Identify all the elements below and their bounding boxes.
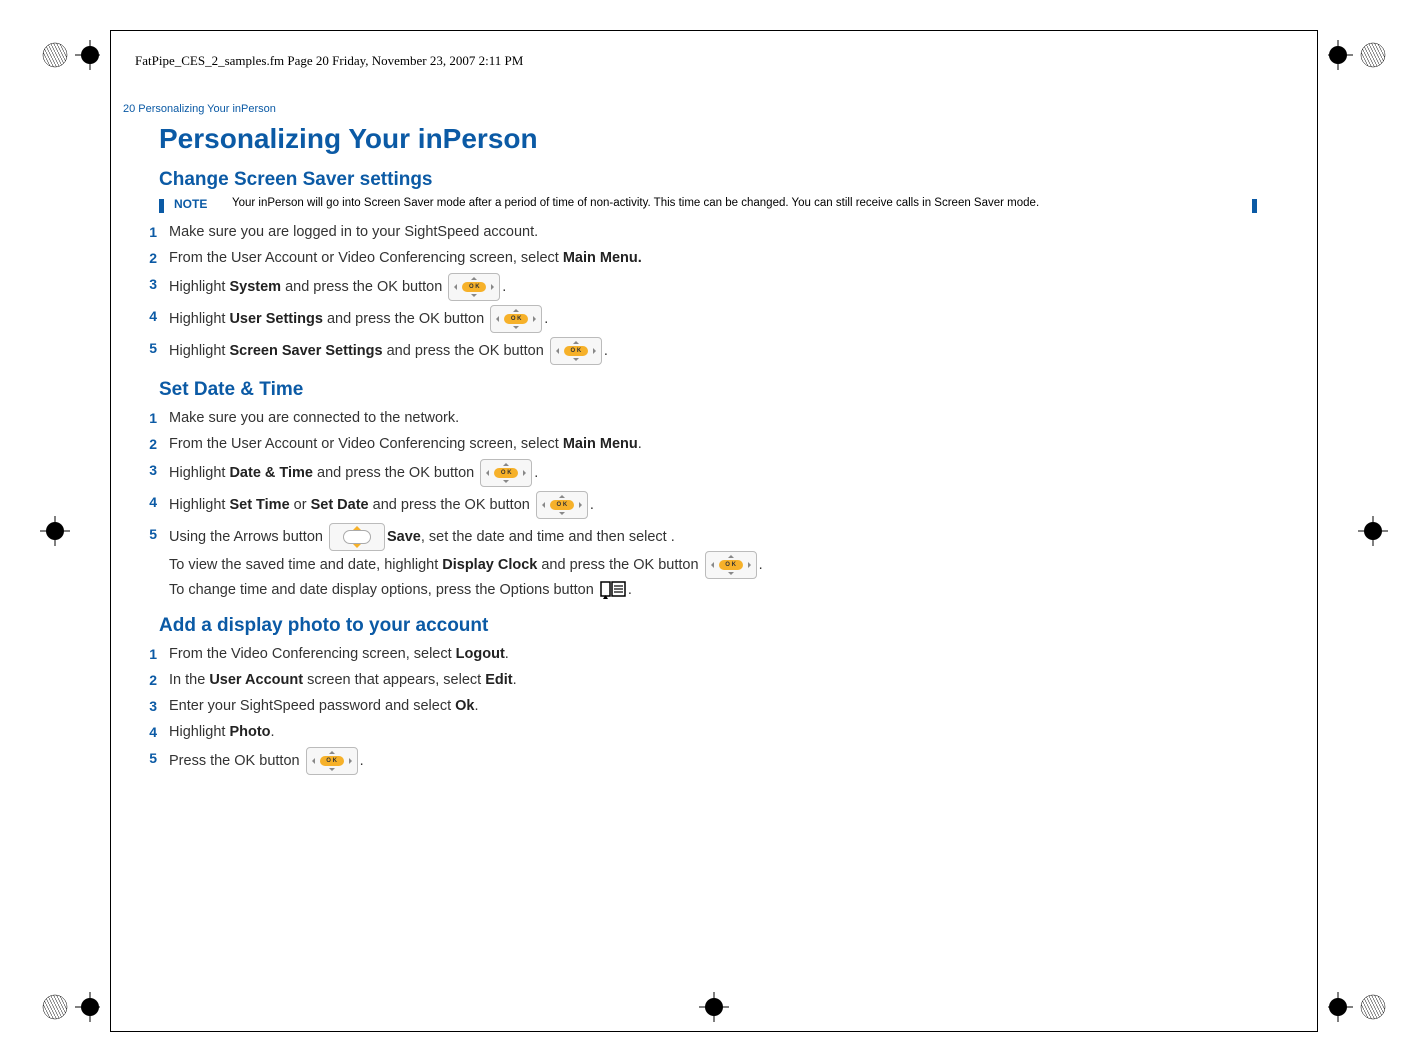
section-heading-screensaver: Change Screen Saver settings (159, 169, 1257, 191)
note-row: NOTE Your inPerson will go into Screen S… (159, 197, 1257, 213)
crop-mark-icon (40, 516, 70, 546)
step-number: 4 (143, 305, 157, 327)
step-text: Highlight Screen Saver Settings and pres… (169, 337, 608, 365)
step-item: 4 Highlight Set Time or Set Date and pres… (143, 491, 1257, 519)
page-frame: FatPipe_CES_2_samples.fm Page 20 Friday,… (110, 30, 1318, 1032)
step-item: 1 Make sure you are connected to the netw… (143, 407, 1257, 429)
section-heading-datetime: Set Date & Time (159, 379, 1257, 401)
step-text: Using the Arrows button Save, set the da… (169, 523, 763, 601)
step-item: 1 Make sure you are logged in to your Sig… (143, 221, 1257, 243)
step-item: 5 Press the OK button O K. (143, 747, 1257, 775)
step-number: 2 (143, 433, 157, 455)
step-text: Press the OK button O K. (169, 747, 364, 775)
step-number: 4 (143, 721, 157, 743)
arrows-button-icon (329, 523, 385, 551)
section-heading-photo: Add a display photo to your account (159, 615, 1257, 637)
ok-button-icon: O K (536, 491, 588, 519)
step-text: From the User Account or Video Conferenc… (169, 247, 642, 269)
page-title: Personalizing Your inPerson (159, 123, 1257, 155)
note-bar-icon (1252, 199, 1257, 213)
crop-mark-icon (1358, 516, 1388, 546)
step-text: Highlight Set Time or Set Date and press… (169, 491, 594, 519)
step-number: 3 (143, 273, 157, 295)
step-text: Enter your SightSpeed password and selec… (169, 695, 479, 717)
steps-photo: 1 From the Video Conferencing screen, sel… (143, 643, 1257, 775)
page-number-header: 20 Personalizing Your inPerson (123, 103, 1257, 115)
crop-mark-icon (40, 40, 100, 70)
step-item: 2 From the User Account or Video Conferen… (143, 247, 1257, 269)
crop-mark-icon (1328, 992, 1388, 1022)
ok-button-icon: O K (490, 305, 542, 333)
step-item: 3 Enter your SightSpeed password and sele… (143, 695, 1257, 717)
running-header: FatPipe_CES_2_samples.fm Page 20 Friday,… (135, 53, 523, 69)
note-label: NOTE (174, 197, 222, 211)
steps-screensaver: 1 Make sure you are logged in to your Sig… (143, 221, 1257, 365)
step-number: 1 (143, 643, 157, 665)
step-number: 5 (143, 337, 157, 359)
step-number: 3 (143, 695, 157, 717)
crop-mark-icon (1328, 40, 1388, 70)
step-item: 3 Highlight System and press the OK butto… (143, 273, 1257, 301)
step-text: Highlight Date & Time and press the OK b… (169, 459, 538, 487)
step-number: 2 (143, 669, 157, 691)
step-item: 5 Using the Arrows button Save, set the d… (143, 523, 1257, 601)
step-item: 4 Highlight User Settings and press the O… (143, 305, 1257, 333)
step-item: 4 Highlight Photo. (143, 721, 1257, 743)
step-item: 3 Highlight Date & Time and press the OK … (143, 459, 1257, 487)
ok-button-icon: O K (306, 747, 358, 775)
ok-button-icon: O K (705, 551, 757, 579)
step-item: 2 In the User Account screen that appears… (143, 669, 1257, 691)
note-text: Your inPerson will go into Screen Saver … (232, 197, 1242, 209)
steps-datetime: 1 Make sure you are connected to the netw… (143, 407, 1257, 601)
page-content: 20 Personalizing Your inPerson Personali… (123, 103, 1257, 781)
step-text: In the User Account screen that appears,… (169, 669, 517, 691)
step-text: Highlight User Settings and press the OK… (169, 305, 548, 333)
step-number: 5 (143, 523, 157, 545)
options-button-icon (600, 581, 626, 599)
step-item: 5 Highlight Screen Saver Settings and pre… (143, 337, 1257, 365)
step-item: 1 From the Video Conferencing screen, sel… (143, 643, 1257, 665)
ok-button-icon: O K (480, 459, 532, 487)
ok-button-icon: O K (448, 273, 500, 301)
step-text: Highlight System and press the OK button… (169, 273, 506, 301)
step-item: 2 From the User Account or Video Conferen… (143, 433, 1257, 455)
step-text: Make sure you are logged in to your Sigh… (169, 221, 538, 243)
step-text: From the User Account or Video Conferenc… (169, 433, 642, 455)
step-number: 4 (143, 491, 157, 513)
step-text: From the Video Conferencing screen, sele… (169, 643, 509, 665)
step-text: Highlight Photo. (169, 721, 275, 743)
step-number: 1 (143, 407, 157, 429)
ok-button-icon: O K (550, 337, 602, 365)
note-bar-icon (159, 199, 164, 213)
step-number: 1 (143, 221, 157, 243)
step-text: Make sure you are connected to the netwo… (169, 407, 459, 429)
step-number: 3 (143, 459, 157, 481)
crop-mark-icon (40, 992, 100, 1022)
step-number: 5 (143, 747, 157, 769)
step-number: 2 (143, 247, 157, 269)
